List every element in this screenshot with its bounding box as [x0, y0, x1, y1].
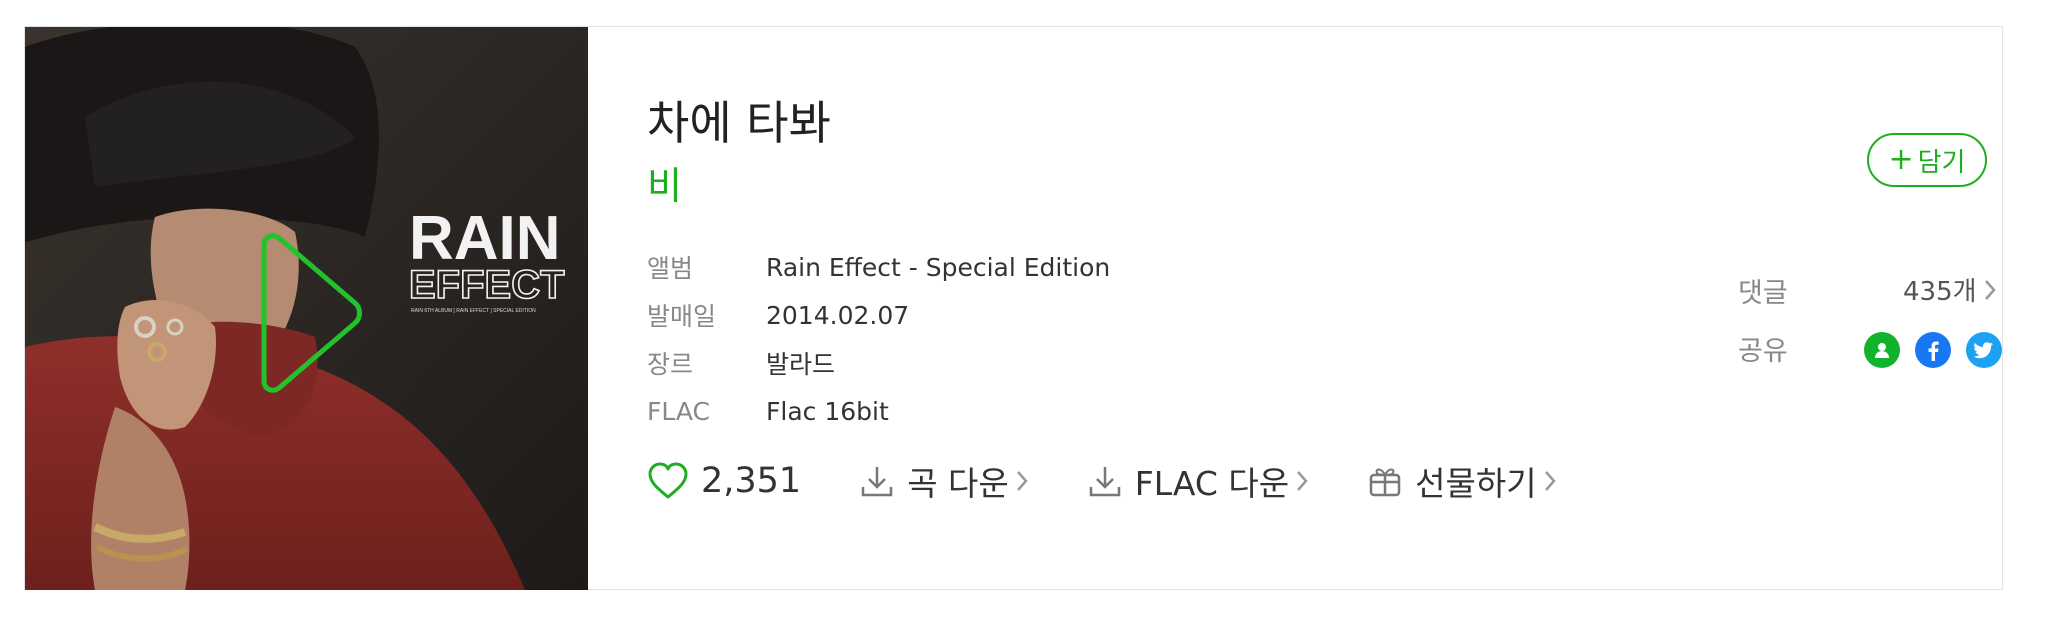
meta-key-release-date: 발매일 — [647, 302, 717, 331]
share-icons — [1864, 332, 2017, 368]
artist-link[interactable]: 비 — [647, 155, 682, 210]
song-meta-list: 앨범 Rain Effect - Special Edition 발매일 201… — [647, 243, 1110, 435]
twitter-bird-icon — [1973, 342, 1993, 359]
gift-icon — [1369, 468, 1401, 497]
plus-icon: + — [1888, 142, 1914, 177]
play-button[interactable] — [250, 233, 370, 393]
song-info-card: RAIN EFFECT RAIN 6TH ALBUM [ RAIN EFFECT… — [24, 26, 2003, 590]
genre: 발라드 — [766, 350, 836, 379]
chevron-right-icon — [1297, 471, 1308, 491]
release-date: 2014.02.07 — [766, 300, 910, 330]
meta-row-flac: FLAC Flac 16bit — [647, 387, 1110, 435]
meta-row-genre: 장르 발라드 — [647, 339, 1110, 387]
chevron-right-icon — [1984, 279, 1996, 300]
song-info: 차에 타봐 비 앨범 Rain Effect - Special Edition… — [647, 27, 2002, 589]
person-icon — [1875, 343, 1889, 358]
meta-row-release-date: 발매일 2014.02.07 — [647, 291, 1110, 339]
download-icon — [1089, 467, 1121, 497]
song-title: 차에 타봐 — [647, 96, 831, 150]
heart-icon — [648, 462, 688, 499]
download-icon — [861, 467, 893, 497]
melon-share-icon[interactable] — [1864, 332, 1900, 368]
like-button[interactable]: 2,351 — [647, 461, 801, 501]
add-to-playlist-label: 담기 — [1917, 147, 1966, 178]
chevron-right-icon — [1544, 471, 1556, 491]
share-label: 공유 — [1738, 336, 1788, 367]
play-icon — [261, 233, 362, 393]
comment-count-link[interactable]: 435개 — [1903, 271, 1997, 308]
meta-row-album: 앨범 Rain Effect - Special Edition — [647, 243, 1110, 291]
meta-key-genre: 장르 — [647, 350, 694, 379]
album-link[interactable]: Rain Effect - Special Edition — [766, 253, 1110, 282]
gift-label: 선물하기 — [1415, 464, 1537, 503]
gift-button[interactable]: 선물하기 — [1367, 457, 1556, 505]
flac-download-button[interactable]: FLAC 다운 — [1087, 457, 1309, 505]
album-cover[interactable]: RAIN EFFECT RAIN 6TH ALBUM [ RAIN EFFECT… — [25, 27, 588, 590]
meta-key-flac: FLAC — [647, 396, 711, 426]
facebook-share-icon[interactable] — [1915, 332, 1951, 368]
cover-logo-subtitle: RAIN 6TH ALBUM [ RAIN EFFECT ] SPECIAL E… — [411, 308, 536, 314]
twitter-share-icon[interactable] — [1966, 332, 2002, 368]
flac-download-label: FLAC 다운 — [1134, 464, 1290, 503]
like-count: 2,351 — [701, 461, 802, 501]
song-download-button[interactable]: 곡 다운 — [859, 457, 1029, 505]
comment-label: 댓글 — [1738, 278, 1788, 309]
add-to-playlist-button[interactable]: + 담기 — [1867, 133, 1987, 187]
comment-count: 435개 — [1903, 277, 1977, 307]
flac-quality: Flac 16bit — [766, 396, 889, 426]
meta-key-album: 앨범 — [647, 254, 694, 283]
cover-logo-line2: EFFECT — [409, 263, 565, 307]
facebook-icon — [1928, 341, 1939, 361]
chevron-right-icon — [1016, 471, 1028, 491]
song-actions: 2,351 곡 다운 FLAC 다운 선물하기 — [647, 457, 1557, 505]
song-download-label: 곡 다운 — [907, 464, 1009, 503]
